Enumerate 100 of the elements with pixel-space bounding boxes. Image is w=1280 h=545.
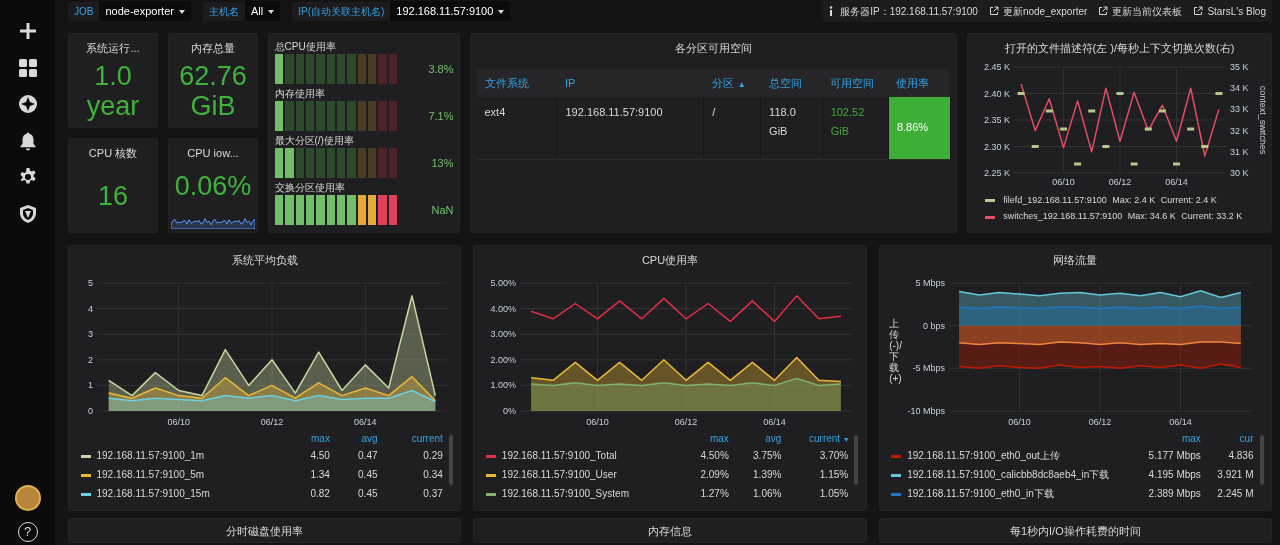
legend-column-header[interactable]: max <box>1136 431 1207 447</box>
legend-label[interactable]: 192.168.11.57:9100_User <box>501 469 617 481</box>
x-axis-label: 06/14 <box>1169 416 1192 427</box>
column-header[interactable]: IP <box>557 68 704 97</box>
legend-column-header[interactable]: avg <box>335 431 384 447</box>
legend-label[interactable]: 192.168.11.57:9100_1m <box>96 450 205 462</box>
legend-label[interactable]: 192.168.11.57:9100_calicbb8dc8aeb4_in下载 <box>907 469 1110 481</box>
legend-label[interactable]: filefd_192.168.11.57:9100 <box>1003 194 1107 208</box>
header-link[interactable]: 更新node_exporter <box>988 3 1088 19</box>
panel-title: 网络流量 <box>1052 253 1099 268</box>
legend-column-header[interactable]: cur <box>1206 431 1260 447</box>
legend-label[interactable]: 192.168.11.57:9100_eth0_out上传 <box>907 450 1060 462</box>
legend-column-header[interactable]: current ▾ <box>787 431 855 447</box>
legend-label[interactable]: 192.168.11.57:9100_System <box>501 488 629 500</box>
gauge-label: 总CPU使用率 <box>274 39 337 54</box>
variable-dropdown[interactable]: node-exporter <box>99 0 191 22</box>
y-axis-label: 5 <box>87 277 93 288</box>
table-cell: 102.52 GiB <box>822 97 889 159</box>
sort-caret-icon: ▾ <box>844 435 849 445</box>
legend-value: 3.75% <box>752 449 783 464</box>
column-header[interactable]: 文件系统 <box>476 68 557 97</box>
column-header[interactable]: 总空间 <box>760 68 823 97</box>
panel-title: 分时磁盘使用率 <box>225 524 305 539</box>
gauge-label: 最大分区(/)使用率 <box>274 133 355 148</box>
variable-label: JOB <box>68 1 100 21</box>
column-header[interactable]: 可用空间 <box>822 68 889 97</box>
variable-dropdown[interactable]: All <box>244 0 281 22</box>
legend-value: Current: 33.2 K <box>1181 210 1243 224</box>
column-header[interactable]: 使用率 <box>888 68 950 97</box>
legend-value: 0.47 <box>357 449 379 464</box>
y-axis-label: 34 K <box>1229 82 1248 93</box>
legend-value: 2.09% <box>699 468 730 483</box>
variable-label: 主机名 <box>202 1 245 21</box>
sort-caret-icon: ▲ <box>737 79 746 89</box>
y-axis-label: 2.00% <box>490 354 516 365</box>
gauge-label: 交换分区使用率 <box>274 180 346 195</box>
header-link[interactable]: 更新当前仪表板 <box>1098 3 1183 19</box>
legend-value: 1.06% <box>752 487 783 502</box>
legend-column-header[interactable]: max <box>682 431 735 447</box>
variable-dropdown[interactable]: 192.168.11.57:9100 <box>390 0 511 22</box>
gauge-value: NaN <box>431 202 454 218</box>
legend-value: 4.50% <box>699 449 730 464</box>
x-axis-label: 06/10 <box>1008 416 1031 427</box>
legend-value: 0.34 <box>422 468 444 483</box>
legend-value: 3.921 M <box>1216 468 1255 483</box>
y-axis-label: 33 K <box>1229 103 1248 114</box>
panel-title: 内存信息 <box>647 524 693 539</box>
y-axis-label: -5 Mbps <box>912 362 946 373</box>
legend-value: 4.50 <box>309 449 331 464</box>
x-axis-label: 06/10 <box>1051 176 1075 187</box>
legend-label[interactable]: 192.168.11.57:9100_5m <box>96 469 205 481</box>
header-link[interactable]: StarsL's Blog <box>1193 3 1266 19</box>
x-axis-label: 06/12 <box>1108 176 1131 187</box>
x-axis-label: 06/12 <box>1088 416 1112 427</box>
table-cell: 192.168.11.57:9100 <box>557 97 704 159</box>
table-cell: ext4 <box>476 97 557 159</box>
legend-label[interactable]: 192.168.11.57:9100_eth0_in下载 <box>907 488 1054 500</box>
legend-label[interactable]: switches_192.168.11.57:9100 <box>1003 210 1123 224</box>
y-axis-label: 1.00% <box>490 379 516 390</box>
legend-column-header[interactable]: avg <box>734 431 788 447</box>
gauge-value: 7.1% <box>428 108 454 124</box>
y-axis-label: 2 <box>87 354 93 365</box>
x-axis-label: 06/14 <box>1164 176 1188 187</box>
x-axis-label: 06/12 <box>260 416 283 427</box>
column-header[interactable]: 分区 ▲ <box>703 68 761 97</box>
panel-title: 各分区可用空间 <box>674 41 753 56</box>
y-axis-label: 30 K <box>1229 167 1248 178</box>
legend-label[interactable]: 192.168.11.57:9100_Total <box>501 450 617 462</box>
y-axis-label: 0 <box>87 405 93 416</box>
y-axis-label: 2.40 K <box>983 88 1010 98</box>
legend-value: 1.34 <box>309 468 331 483</box>
table-cell: 118.0 GiB <box>760 97 823 159</box>
legend-column-header[interactable]: max <box>288 431 336 447</box>
y-axis-label: 31 K <box>1229 146 1248 157</box>
y-axis-label: 32 K <box>1229 125 1248 136</box>
legend-value: 0.82 <box>309 487 331 502</box>
x-axis-label: 06/10 <box>586 416 609 427</box>
y-axis-label: 3.00% <box>490 328 516 339</box>
stat-title: CPU iow... <box>186 146 240 161</box>
panel-title: 每1秒内I/O操作耗费的时间 <box>1008 524 1142 539</box>
legend-column-header[interactable]: current <box>383 431 449 447</box>
y-axis-label: 0 bps <box>923 320 946 331</box>
stat-value: 16 <box>96 179 129 213</box>
y-axis-label: 35 K <box>1229 61 1248 72</box>
y-axis-label: 3 <box>87 328 93 339</box>
stat-value: 62.76 GiB <box>178 60 248 123</box>
legend-value: 4.195 Mbps <box>1147 468 1202 483</box>
legend-value: 1.15% <box>818 468 850 483</box>
panel-title: 打开的文件描述符(左 )/每秒上下文切换次数(右) <box>1003 41 1236 56</box>
legend-value: 0.29 <box>422 449 444 464</box>
table-cell: / <box>703 97 761 159</box>
y-axis-label: 1 <box>87 379 93 390</box>
x-axis-label: 06/10 <box>166 416 190 427</box>
y-axis-label: 4 <box>87 303 93 314</box>
legend-value: Max: 2.4 K <box>1112 194 1156 207</box>
stat-title: 系统运行... <box>85 41 141 56</box>
legend-label[interactable]: 192.168.11.57:9100_15m <box>96 488 210 500</box>
y-axis-label: 2.45 K <box>983 61 1010 72</box>
y-axis-label: 2.25 K <box>983 167 1010 178</box>
x-axis-label: 06/12 <box>674 416 698 427</box>
